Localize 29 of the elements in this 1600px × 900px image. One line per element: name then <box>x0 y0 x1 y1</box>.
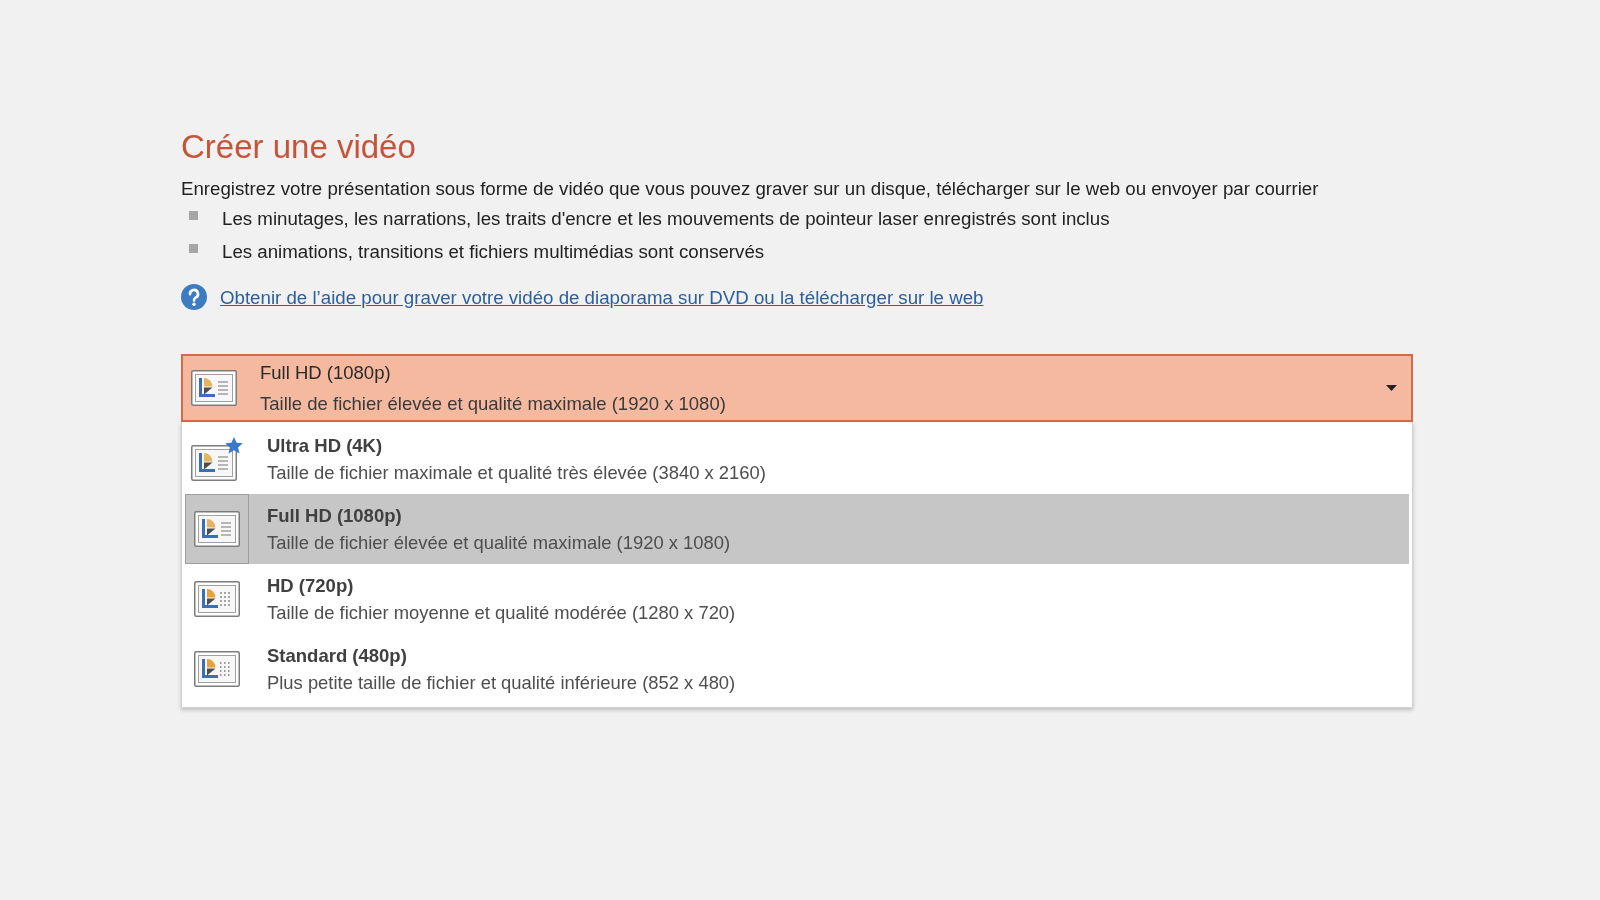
page-title: Créer une vidéo <box>181 127 416 167</box>
quality-option[interactable]: HD (720p) Taille de fichier moyenne et qualité modérée (1280 x 720) <box>185 564 1409 634</box>
option-title: Full HD (1080p) <box>267 504 403 527</box>
dropdown-value-title: Full HD (1080p) <box>260 361 392 384</box>
dropdown-value-subtitle: Taille de fichier élevée et qualité maximale (1920 x 1080) <box>260 392 727 415</box>
option-subtitle: Taille de fichier maximale et qualité très élevée (3840 x 2160) <box>267 461 766 484</box>
slide-star-icon <box>191 437 243 481</box>
bullet-text: Les minutages, les narrations, les traits d'encre et les mouvements de pointeur laser enregistrés sont inclus <box>222 207 1110 230</box>
option-subtitle: Plus petite taille de fichier et qualité inférieure (852 x 480) <box>267 671 736 694</box>
option-title: HD (720p) <box>267 574 355 597</box>
quality-option[interactable]: Standard (480p) Plus petite taille de fichier et qualité inférieure (852 x 480) <box>185 634 1409 704</box>
quality-option[interactable]: Ultra HD (4K) Taille de fichier maximale et qualité très élevée (3840 x 2160) <box>185 424 1409 494</box>
bullet-text: Les animations, transitions et fichiers multimédias sont conservés <box>222 240 765 263</box>
option-subtitle: Taille de fichier élevée et qualité maximale (1920 x 1080) <box>267 531 731 554</box>
slide-chart-icon <box>191 370 237 406</box>
help-link[interactable]: Obtenir de l’aide pour graver votre vidéo de diaporama sur DVD ou la télécharger sur le web <box>220 285 984 309</box>
bullet-square-icon <box>189 244 198 253</box>
option-title: Ultra HD (4K) <box>267 434 384 457</box>
bullet-square-icon <box>189 211 198 220</box>
quality-option[interactable]: Full HD (1080p) Taille de fichier élevée et qualité maximale (1920 x 1080) <box>185 494 1409 564</box>
slide-chart-icon <box>194 651 240 687</box>
description-text: Enregistrez votre présentation sous forme de vidéo que vous pouvez graver sur un disque, télécharger sur le web ou envoyer par courrier <box>181 177 1319 200</box>
slide-chart-icon <box>194 581 240 617</box>
caret-down-icon <box>1386 385 1397 391</box>
option-subtitle: Taille de fichier moyenne et qualité modérée (1280 x 720) <box>267 601 736 624</box>
slide-chart-icon <box>194 511 240 547</box>
quality-dropdown[interactable]: Full HD (1080p) Taille de fichier élevée et qualité maximale (1920 x 1080) <box>181 354 1413 422</box>
option-title: Standard (480p) <box>267 644 408 667</box>
help-icon <box>181 284 207 310</box>
